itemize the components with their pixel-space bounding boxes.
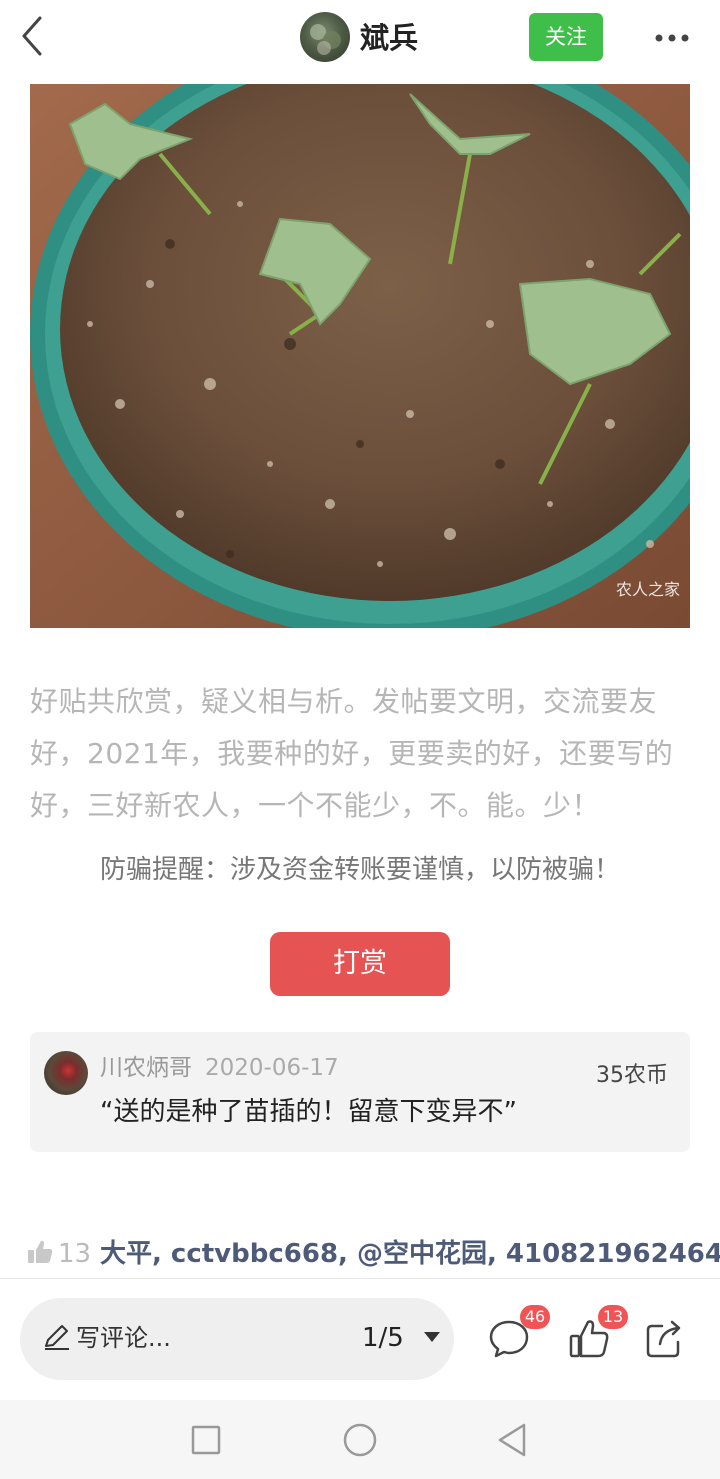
caret-down-icon[interactable] (424, 1332, 440, 1342)
header: 斌兵 关注 (0, 0, 720, 80)
comment-placeholder[interactable]: 写评论... (76, 1318, 171, 1358)
likers-list[interactable]: 大平, cctvbbc668, @空中花园, 410821962464, (100, 1234, 720, 1274)
rewarder-avatar[interactable] (44, 1051, 88, 1095)
fraud-warning: 防骗提醒：涉及资金转账要谨慎，以防被骗！ (99, 855, 620, 885)
system-navigation-bar (0, 1400, 720, 1479)
like-count-badge: 13 (598, 1305, 628, 1329)
reward-date: 2020-06-17 (205, 1055, 339, 1081)
post-photo[interactable]: 农人之家 (30, 84, 690, 628)
nav-square-icon (191, 1425, 221, 1455)
reward-record-card[interactable]: 川农炳哥 2020-06-17 35农币 “送的是种了苗插的！留意下变异不” (30, 1032, 690, 1152)
recent-apps-button[interactable] (176, 1410, 236, 1470)
photo-watermark: 农人之家 (615, 580, 680, 599)
more-dots-icon (655, 34, 689, 42)
nav-circle-icon (343, 1423, 377, 1457)
back-arrow-icon (22, 16, 42, 56)
reward-button[interactable]: 打赏 (270, 932, 450, 996)
thumbs-up-icon (28, 1240, 53, 1263)
share-icon (646, 1320, 681, 1358)
reward-amount: 35农币 (596, 1063, 668, 1088)
comment-count-badge: 46 (520, 1305, 550, 1329)
reward-message: “送的是种了苗插的！留意下变异不” (100, 1097, 517, 1127)
more-button[interactable] (648, 20, 696, 56)
comment-input[interactable]: 写评论... 1/5 (20, 1298, 454, 1380)
share-button[interactable] (642, 1316, 692, 1366)
likes-row: 13 大平, cctvbbc668, @空中花园, 410821962464, (26, 1232, 720, 1276)
follow-button[interactable]: 关注 (529, 13, 603, 61)
page-indicator[interactable]: 1/5 (362, 1318, 404, 1358)
plant-pot-image (30, 84, 690, 628)
like-count: 13 (58, 1239, 92, 1269)
nav-triangle-icon (498, 1423, 526, 1457)
rewarder-name[interactable]: 川农炳哥 (100, 1052, 192, 1084)
post-body-text: 好贴共欣赏，疑义相与析。发帖要文明，交流要友好，2021年，我要种的好，更要卖的… (30, 685, 674, 822)
user-avatar[interactable] (300, 12, 350, 62)
home-button[interactable] (330, 1410, 390, 1470)
back-nav-button[interactable] (482, 1410, 542, 1470)
back-button[interactable] (14, 14, 50, 58)
username[interactable]: 斌兵 (360, 18, 418, 58)
pencil-icon (45, 1325, 69, 1350)
